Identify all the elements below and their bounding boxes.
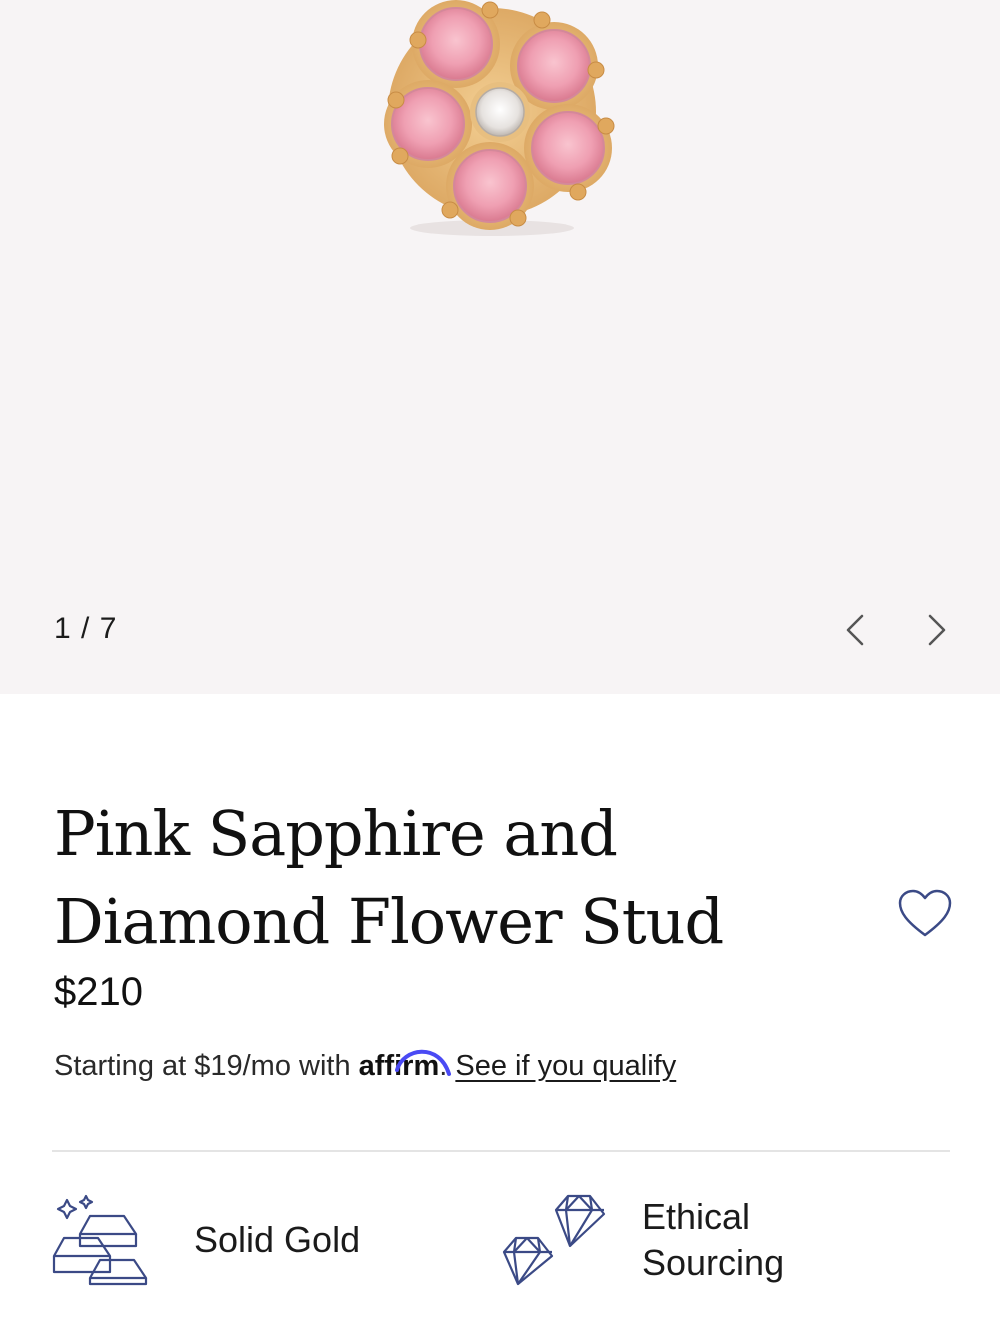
affirm-logo: affirm <box>359 1049 451 1083</box>
feature-ethical-sourcing: Ethical Sourcing <box>498 1194 822 1286</box>
financing-text: Starting at $19/mo with <box>54 1050 351 1082</box>
product-info: Pink Sapphire and Diamond Flower Stud $2… <box>0 694 1000 1333</box>
product-price: $210 <box>54 970 143 1014</box>
previous-image-button[interactable] <box>836 606 880 654</box>
feature-label: Ethical Sourcing <box>642 1196 785 1283</box>
see-if-you-qualify-link[interactable]: See if you qualify <box>455 1050 676 1082</box>
favorite-button[interactable] <box>896 888 954 940</box>
image-counter: 1 / 7 <box>54 612 118 645</box>
financing-line: Starting at $19/mo with affirm . See if … <box>54 1049 676 1083</box>
diamonds-icon <box>502 1194 606 1286</box>
product-gallery: 1 / 7 <box>0 0 1000 694</box>
affirm-arc-icon <box>394 1049 451 1076</box>
section-divider <box>52 1150 950 1152</box>
feature-solid-gold: Solid Gold <box>50 1194 360 1286</box>
heart-icon <box>898 889 952 937</box>
gold-bars-icon <box>52 1194 148 1286</box>
product-image[interactable] <box>370 0 630 240</box>
product-title: Pink Sapphire and Diamond Flower Stud <box>54 797 724 958</box>
chevron-right-icon <box>928 614 946 646</box>
chevron-left-icon <box>846 614 864 646</box>
feature-label: Solid Gold <box>194 1219 361 1260</box>
next-image-button[interactable] <box>916 606 960 654</box>
